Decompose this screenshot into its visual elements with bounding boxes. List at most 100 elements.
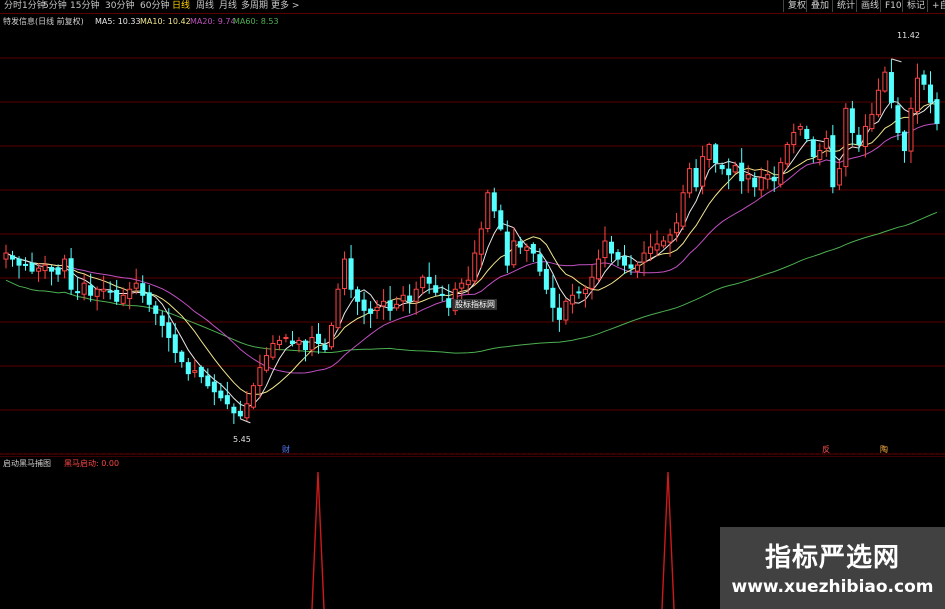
- event-mark-3[interactable]: 陶: [880, 444, 888, 455]
- candle-body: [765, 174, 771, 180]
- toolbar-button-3[interactable]: 画线: [856, 0, 883, 12]
- candle-body: [608, 241, 614, 254]
- candle-body: [439, 293, 445, 296]
- candle-body: [36, 267, 42, 272]
- low-price-label: 5.45: [233, 435, 251, 444]
- ma5-value: MA5: 10.33: [95, 17, 141, 26]
- toolbar-button-5[interactable]: 标记: [902, 0, 929, 12]
- indicator-title: 启动黑马捕图: [3, 459, 51, 468]
- candle-body: [49, 266, 55, 272]
- candle-body: [9, 255, 16, 260]
- candle-body: [42, 264, 48, 272]
- candle-body: [517, 241, 523, 248]
- candle-body: [661, 240, 667, 247]
- candle-body: [381, 300, 387, 307]
- candle-body: [888, 72, 894, 103]
- candle-body: [81, 282, 87, 295]
- candle-body: [140, 283, 146, 296]
- candle-body: [459, 282, 465, 289]
- candle-body: [530, 243, 536, 254]
- ma20-line: [5, 123, 938, 374]
- candle-body: [198, 366, 204, 378]
- tab-timeframe-7[interactable]: 周线: [196, 0, 214, 12]
- candle-body: [192, 370, 198, 373]
- candle-body: [589, 276, 595, 289]
- period-toolbar: 分时 1分钟 5分钟 15分钟 30分钟 60分钟 日线 周线 月线 多周期 更多 > 复权 叠加 统计…: [0, 0, 945, 14]
- toolbar-button-2[interactable]: 统计: [832, 0, 859, 12]
- candle-body: [205, 375, 211, 387]
- candle-body: [433, 285, 439, 293]
- tab-timeframe-3[interactable]: 15分钟: [70, 0, 99, 12]
- candle-body: [127, 288, 133, 300]
- toolbar-button-6[interactable]: +自: [927, 0, 945, 12]
- candle-body: [224, 395, 230, 405]
- candle-body: [778, 162, 784, 185]
- candle-body: [823, 138, 829, 149]
- candle-body: [114, 289, 120, 302]
- candle-body: [914, 77, 920, 112]
- watermark-annotation: 股标指标网: [453, 299, 497, 310]
- candle-body: [817, 150, 823, 160]
- candle-body: [400, 294, 406, 302]
- candle-body: [413, 288, 419, 302]
- chart-title: 特发信息(日线 前复权): [3, 17, 84, 26]
- low-pointer: [240, 418, 251, 424]
- candle-body: [719, 165, 725, 170]
- candle-body: [368, 308, 374, 314]
- candle-body: [133, 282, 139, 289]
- candle-body: [289, 340, 295, 345]
- candle-body: [101, 288, 107, 292]
- tab-timeframe-0[interactable]: 分时: [4, 0, 22, 12]
- tab-timeframe-6[interactable]: 日线: [172, 0, 190, 12]
- candle-body: [927, 84, 934, 103]
- candle-body: [75, 291, 81, 294]
- candle-body: [485, 192, 491, 229]
- candle-body: [472, 252, 478, 282]
- candle-body: [16, 258, 22, 266]
- candle-body: [276, 339, 282, 346]
- candle-body: [804, 128, 810, 139]
- candle-body: [315, 333, 322, 345]
- candle-body: [784, 144, 790, 165]
- candle-body: [569, 294, 575, 305]
- candle-body: [504, 231, 510, 266]
- candle-body: [752, 177, 758, 188]
- candle-body: [146, 292, 152, 305]
- candle-body: [797, 125, 803, 130]
- candle-body: [543, 268, 549, 290]
- candle-body: [335, 288, 341, 329]
- candle-body: [257, 367, 263, 386]
- price-chart-pane[interactable]: 特发信息(日线 前复权) MA5: 10.33 MA10: 10.42 MA20…: [0, 14, 945, 455]
- candle-body: [172, 334, 178, 354]
- signal-value: 黑马启动: 0.00: [64, 459, 120, 468]
- high-pointer: [891, 58, 902, 63]
- tab-timeframe-5[interactable]: 60分钟: [140, 0, 169, 12]
- event-mark-2[interactable]: 反: [822, 444, 830, 455]
- tab-timeframe-8[interactable]: 月线: [219, 0, 237, 12]
- candle-body: [296, 339, 302, 345]
- candle-body: [791, 131, 797, 146]
- tab-timeframe-10[interactable]: 更多 >: [271, 0, 299, 12]
- tab-timeframe-9[interactable]: 多周期: [241, 0, 268, 12]
- candle-body: [576, 291, 582, 294]
- candle-body: [862, 125, 868, 148]
- candle-body: [491, 192, 497, 212]
- candle-body: [420, 276, 426, 289]
- toolbar-button-1[interactable]: 叠加: [806, 0, 833, 12]
- candle-body: [270, 343, 276, 358]
- event-mark-finance[interactable]: 财: [282, 444, 290, 455]
- high-price-label: 11.42: [897, 31, 920, 40]
- candle-body: [348, 258, 354, 290]
- tab-timeframe-2[interactable]: 5分钟: [43, 0, 67, 12]
- candle-body: [407, 295, 413, 302]
- candle-body: [387, 300, 393, 311]
- candle-body: [62, 258, 68, 272]
- candle-body: [634, 264, 641, 272]
- candle-body: [218, 390, 224, 399]
- candle-body: [537, 254, 543, 272]
- candle-body: [921, 74, 927, 85]
- tab-timeframe-4[interactable]: 30分钟: [105, 0, 134, 12]
- candle-body: [361, 299, 367, 311]
- candle-body: [667, 234, 673, 243]
- candle-body: [732, 165, 738, 173]
